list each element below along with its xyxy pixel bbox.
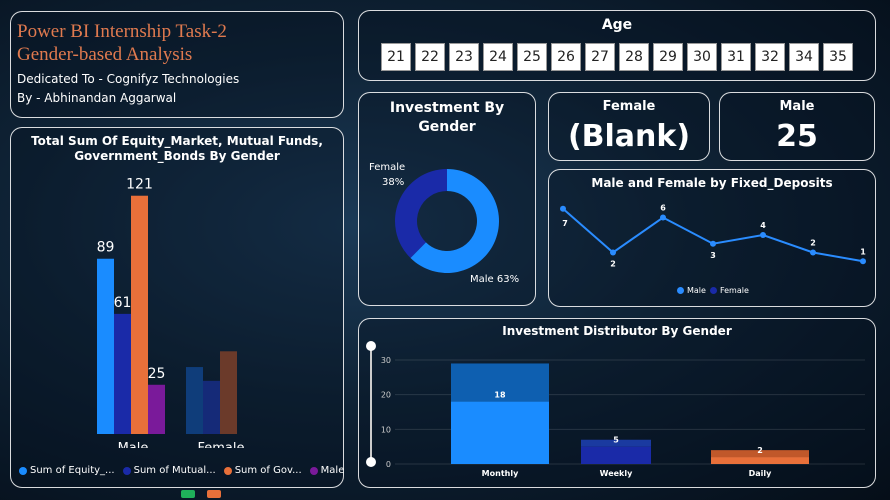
category-label-female: Female xyxy=(197,441,244,448)
age-slicer-item-34[interactable]: 34 xyxy=(789,43,819,71)
line-data-label: 4 xyxy=(760,221,766,230)
report-title-line2: Gender-based Analysis xyxy=(17,44,193,65)
dedication-text: Dedicated To - Cognifyz Technologies xyxy=(17,72,240,86)
bar-data-label: 121 xyxy=(126,177,153,193)
x-category-label: Monthly xyxy=(482,469,519,478)
age-slicer-item-31[interactable]: 31 xyxy=(721,43,751,71)
investment-donut-chart: Female 38% Male 63% xyxy=(369,162,519,285)
bar-data-label: 2 xyxy=(757,446,763,455)
range-slider-handle-top[interactable] xyxy=(366,341,376,351)
line-data-label: 6 xyxy=(660,204,666,213)
bar-weekly[interactable] xyxy=(581,446,651,464)
bar-male-1[interactable] xyxy=(114,313,131,434)
donut-label-female: Female xyxy=(369,162,405,173)
age-slicer-item-35[interactable]: 35 xyxy=(823,43,853,71)
author-text: By - Abhinandan Aggarwal xyxy=(17,91,177,105)
bar-male-3[interactable] xyxy=(148,384,165,434)
kpi-male-value: 25 xyxy=(776,119,818,154)
age-slicer-item-24[interactable]: 24 xyxy=(483,43,513,71)
distributor-bar-chart: 0 10 20 30 18 Monthly 5 Weekly 2 Daily xyxy=(381,356,865,478)
category-label-male: Male xyxy=(118,441,149,448)
age-slicer-item-32[interactable]: 32 xyxy=(755,43,785,71)
legend-dot xyxy=(223,466,232,475)
line-point[interactable] xyxy=(860,258,866,265)
bar-data-label: 5 xyxy=(613,436,619,445)
y-tick-label: 10 xyxy=(381,425,391,434)
kpi-male-card: Male 25 xyxy=(719,92,875,161)
line-data-label: 7 xyxy=(562,219,568,228)
bar-female-2[interactable] xyxy=(220,351,237,434)
age-slicer-item-23[interactable]: 23 xyxy=(449,43,479,71)
legend-label: Sum of Gov... xyxy=(234,465,302,476)
line-point[interactable] xyxy=(610,249,616,256)
legend-dot xyxy=(122,466,131,475)
range-slider-track xyxy=(370,345,372,461)
fixed-deposits-line-card: Male and Female by Fixed_Deposits 726342… xyxy=(548,169,876,307)
bar-data-label: 89 xyxy=(97,240,115,256)
age-slicer-title: Age xyxy=(601,17,633,33)
bar-female-1[interactable] xyxy=(203,380,220,434)
bar-male-2[interactable] xyxy=(131,195,148,434)
line-chart-legend: Male Female xyxy=(677,286,749,295)
range-slider-handle-bottom[interactable] xyxy=(366,457,376,467)
range-slider[interactable] xyxy=(366,341,376,467)
y-tick-label: 20 xyxy=(381,391,391,400)
equity-bar-chart: 89 61 121 25 Male Female xyxy=(97,177,245,448)
legend-dot xyxy=(19,466,27,475)
legend-label: Male xyxy=(687,286,706,295)
legend-dot xyxy=(309,466,318,475)
kpi-male-label: Male xyxy=(779,99,815,114)
age-slicer-item-28[interactable]: 28 xyxy=(619,43,649,71)
donut-percent-female: 38% xyxy=(382,177,404,188)
bar-monthly[interactable] xyxy=(451,401,549,464)
line-point[interactable] xyxy=(560,205,566,212)
age-slicer-item-21[interactable]: 21 xyxy=(381,43,411,71)
page-nav-button[interactable] xyxy=(207,490,221,498)
donut-label-male: Male 63% xyxy=(470,274,519,285)
line-data-label: 2 xyxy=(610,260,616,269)
age-slicer-item-29[interactable]: 29 xyxy=(653,43,683,71)
age-slicer[interactable]: Age 21 22 23 24 25 26 27 28 29 30 31 32 34 35 xyxy=(358,10,876,81)
age-slicer-item-22[interactable]: 22 xyxy=(415,43,445,71)
bar-male-0[interactable] xyxy=(97,258,114,434)
legend-label: Sum of Equity_... xyxy=(30,465,115,476)
legend-label: Sum of Mutual... xyxy=(133,465,216,476)
report-title-line1: Power BI Internship Task-2 xyxy=(17,21,227,42)
bar-data-label: 25 xyxy=(148,366,166,382)
bar-female-0[interactable] xyxy=(186,367,203,434)
bar-chart-legend: Sum of Equity_... Sum of Mutual... Sum o… xyxy=(19,465,344,476)
x-category-label: Daily xyxy=(749,469,773,478)
legend-label: Female xyxy=(719,286,749,295)
bar-data-label: 61 xyxy=(114,295,132,311)
y-tick-label: 0 xyxy=(386,460,391,469)
y-tick-label: 30 xyxy=(381,356,391,365)
bar-daily[interactable] xyxy=(711,457,809,464)
line-point[interactable] xyxy=(760,232,766,238)
legend-dot xyxy=(709,287,717,294)
investment-by-gender-card: Investment By Gender Female 38% Male 63% xyxy=(358,92,536,306)
bar-data-label: 18 xyxy=(494,391,506,400)
report-title-card: Power BI Internship Task-2 Gender-based … xyxy=(10,11,344,118)
age-slicer-item-25[interactable]: 25 xyxy=(517,43,547,71)
line-data-label: 2 xyxy=(810,239,816,248)
line-data-label: 1 xyxy=(860,247,866,256)
legend-dot xyxy=(677,287,684,294)
equity-mutual-gov-chart-card: Total Sum Of Equity_Market, Mutual Funds… xyxy=(10,127,344,488)
line-point[interactable] xyxy=(660,214,666,221)
line-point[interactable] xyxy=(710,240,716,247)
line-point[interactable] xyxy=(810,249,816,256)
age-slicer-item-26[interactable]: 26 xyxy=(551,43,581,71)
investment-distributor-card: Investment Distributor By Gender 0 10 20 30… xyxy=(358,318,876,488)
age-slicer-item-27[interactable]: 27 xyxy=(585,43,615,71)
legend-label: Male xyxy=(320,465,345,476)
kpi-female-label: Female xyxy=(602,99,656,114)
x-category-label: Weekly xyxy=(600,469,633,478)
kpi-female-card: Female (Blank) xyxy=(548,92,710,161)
kpi-female-value: (Blank) xyxy=(567,119,691,154)
age-slicer-item-30[interactable]: 30 xyxy=(687,43,717,71)
line-data-label: 3 xyxy=(710,251,716,260)
page-nav-button[interactable] xyxy=(181,490,195,498)
